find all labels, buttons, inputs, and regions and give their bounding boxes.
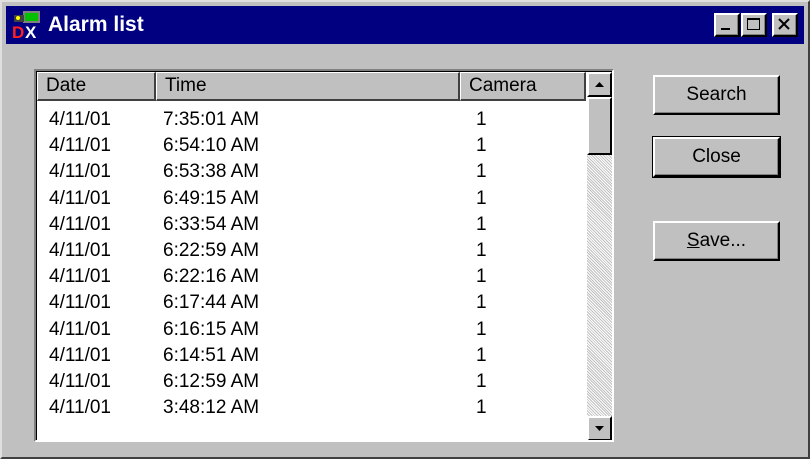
cell-camera: 1	[476, 161, 487, 183]
cell-camera: 1	[476, 292, 487, 314]
cell-date: 4/11/01	[49, 135, 111, 157]
cell-time: 6:17:44 AM	[163, 292, 260, 314]
scroll-down-button[interactable]	[587, 416, 612, 440]
cell-time: 6:53:38 AM	[163, 161, 260, 183]
cell-date: 4/11/01	[49, 161, 111, 183]
scroll-up-button[interactable]	[587, 72, 612, 97]
cell-time: 6:54:10 AM	[163, 135, 260, 157]
table-row[interactable]: 4/11/01 6:22:16 AM 1	[37, 264, 585, 290]
cell-camera: 1	[476, 239, 487, 261]
cell-date: 4/11/01	[49, 344, 111, 366]
arrow-up-icon	[595, 82, 604, 87]
maximize-button[interactable]	[741, 13, 767, 37]
camera-dx-app-icon: D X	[12, 11, 40, 40]
table-row[interactable]: 4/11/01 6:12:59 AM 1	[37, 369, 585, 395]
save-label-rest: ave...	[699, 230, 747, 251]
table-row[interactable]: 4/11/01 6:22:59 AM 1	[37, 238, 585, 264]
table-row[interactable]: 4/11/01 7:35:01 AM 1	[37, 107, 585, 133]
vertical-scrollbar[interactable]	[587, 72, 612, 440]
cell-date: 4/11/01	[49, 292, 111, 314]
title-bar[interactable]: D X Alarm list	[6, 6, 804, 44]
maximize-icon	[747, 18, 760, 30]
close-icon	[778, 18, 790, 30]
cell-date: 4/11/01	[49, 318, 111, 340]
cell-time: 3:48:12 AM	[163, 397, 260, 419]
cell-camera: 1	[476, 187, 487, 209]
cell-date: 4/11/01	[49, 213, 111, 235]
alarm-list-window: D X Alarm list Date Time Camera 4/11/01 …	[0, 0, 810, 459]
cell-camera: 1	[476, 318, 487, 340]
table-row[interactable]: 4/11/01 6:17:44 AM 1	[37, 290, 585, 316]
window-title: Alarm list	[48, 13, 144, 36]
cell-camera: 1	[476, 344, 487, 366]
list-header: Date Time Camera	[37, 72, 586, 101]
close-window-button[interactable]	[772, 13, 798, 37]
cell-camera: 1	[476, 370, 487, 392]
cell-date: 4/11/01	[49, 239, 111, 261]
table-row[interactable]: 4/11/01 6:14:51 AM 1	[37, 343, 585, 369]
svg-text:X: X	[25, 23, 37, 40]
cell-date: 4/11/01	[49, 109, 111, 130]
minimize-icon	[721, 28, 730, 30]
table-row[interactable]: 4/11/01 6:16:15 AM 1	[37, 317, 585, 343]
cell-camera: 1	[476, 397, 487, 419]
cell-date: 4/11/01	[49, 397, 111, 419]
column-header-date[interactable]: Date	[37, 72, 156, 101]
cell-camera: 1	[476, 266, 487, 288]
cell-date: 4/11/01	[49, 187, 111, 209]
table-row[interactable]: 4/11/01 6:54:10 AM 1	[37, 133, 585, 159]
cell-date: 4/11/01	[49, 370, 111, 392]
minimize-button[interactable]	[714, 13, 740, 37]
save-button[interactable]: Save...	[653, 221, 780, 261]
cell-time: 6:33:54 AM	[163, 213, 260, 235]
cell-date: 4/11/01	[49, 266, 111, 288]
cell-camera: 1	[476, 135, 487, 157]
table-row[interactable]: 4/11/01 6:33:54 AM 1	[37, 212, 585, 238]
arrow-down-icon	[595, 426, 604, 431]
cell-camera: 1	[476, 213, 487, 235]
close-button[interactable]: Close	[652, 136, 781, 178]
list-rows: 4/11/01 7:35:01 AM 1 4/11/01 6:54:10 AM 1 4/…	[37, 107, 585, 421]
column-header-camera[interactable]: Camera	[460, 72, 586, 101]
cell-time: 6:14:51 AM	[163, 344, 260, 366]
svg-text:D: D	[12, 23, 24, 40]
alarm-list-view[interactable]: Date Time Camera 4/11/01 7:35:01 AM 1 4/11…	[34, 69, 614, 442]
scrollbar-thumb[interactable]	[587, 97, 612, 155]
cell-time: 6:22:59 AM	[163, 239, 260, 261]
cell-time: 6:12:59 AM	[163, 370, 260, 392]
cell-time: 6:16:15 AM	[163, 318, 260, 340]
cell-time: 6:22:16 AM	[163, 266, 260, 288]
save-mnemonic: S	[686, 230, 700, 251]
table-row[interactable]: 4/11/01 3:48:12 AM 1	[37, 395, 585, 421]
table-row[interactable]: 4/11/01 6:49:15 AM 1	[37, 186, 585, 212]
cell-time: 6:49:15 AM	[163, 187, 260, 209]
search-button[interactable]: Search	[653, 75, 780, 115]
cell-time: 7:35:01 AM	[163, 109, 260, 130]
table-row[interactable]: 4/11/01 6:53:38 AM 1	[37, 159, 585, 185]
column-header-time[interactable]: Time	[156, 72, 460, 101]
cell-camera: 1	[476, 109, 487, 130]
